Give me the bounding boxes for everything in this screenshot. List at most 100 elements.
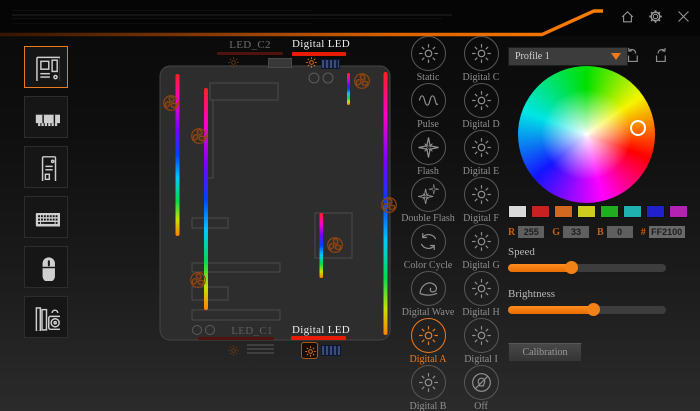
digital-led-bottom-sun-button[interactable] (301, 342, 318, 359)
sun-icon (464, 83, 499, 118)
sun-icon (464, 224, 499, 259)
sun-icon (304, 345, 315, 356)
import-profile-button[interactable] (623, 46, 643, 65)
sidebar-item-motherboard[interactable] (24, 46, 68, 88)
led-c1-connector-icon[interactable] (227, 344, 240, 357)
sun-icon (464, 271, 499, 306)
digital-led-top-strip-chip[interactable] (321, 59, 340, 69)
brightness-slider-fill (508, 306, 593, 314)
digital-led-bottom-strip-chip[interactable] (321, 345, 341, 356)
effect-digital-h[interactable]: Digital H (454, 271, 508, 318)
calibration-button[interactable]: Calibration (508, 343, 582, 362)
color-swatch-6[interactable] (646, 205, 665, 218)
speed-slider-knob[interactable] (565, 261, 578, 274)
dflash-icon (411, 177, 446, 212)
effect-digital-wave[interactable]: Digital Wave (402, 271, 454, 318)
sun-icon (464, 36, 499, 71)
sun-icon (411, 318, 446, 353)
sun-icon (464, 318, 499, 353)
sidebar-item-keyboard[interactable] (24, 196, 68, 238)
effects-grid: StaticDigital CPulseDigital DFlashDigita… (402, 36, 508, 411)
g-label: G (552, 227, 560, 238)
zone-label-led-c1[interactable]: LED_C1 (220, 325, 284, 337)
mouse-icon (33, 254, 60, 281)
brightness-label: Brightness (508, 288, 555, 300)
speed-slider[interactable] (508, 264, 666, 272)
sidebar-item-mouse[interactable] (24, 246, 68, 288)
cycle-icon (411, 224, 446, 259)
pulse-icon (411, 83, 446, 118)
g-value-field[interactable]: 33 (563, 226, 589, 238)
effect-digital-a[interactable]: Digital A (402, 318, 454, 365)
keyboard-icon (33, 204, 60, 231)
sidebar-item-memory[interactable] (24, 96, 68, 138)
digital-led-top-sun-icon[interactable] (305, 56, 318, 69)
effect-digital-d[interactable]: Digital D (454, 83, 508, 130)
r-label: R (508, 227, 515, 238)
ram-icon (33, 104, 60, 131)
effect-pulse[interactable]: Pulse (402, 83, 454, 130)
color-swatch-4[interactable] (600, 205, 619, 218)
sidebar-item-pc-case[interactable] (24, 146, 68, 188)
sun-icon (464, 130, 499, 165)
color-selector[interactable] (630, 120, 646, 136)
sun-icon (464, 177, 499, 212)
hex-label: # (641, 227, 646, 238)
hex-value-field[interactable]: FF2100 (649, 226, 685, 238)
effect-flash[interactable]: Flash (402, 130, 454, 177)
chevron-down-icon (611, 53, 621, 60)
off-icon (464, 365, 499, 400)
effect-digital-g[interactable]: Digital G (454, 224, 508, 271)
led-c2-header-chip[interactable] (268, 58, 292, 68)
board-outline (160, 66, 390, 340)
color-swatch-5[interactable] (623, 205, 642, 218)
motherboard-diagram (150, 38, 410, 368)
case-icon (33, 154, 60, 181)
led-c2-connector-icon[interactable] (227, 56, 240, 69)
effect-off[interactable]: Off (454, 365, 508, 411)
profile-value: Profile 1 (515, 51, 550, 62)
zone-underline-dim (217, 52, 283, 55)
b-value-field[interactable]: 0 (607, 226, 633, 238)
b-label: B (597, 227, 604, 238)
zone-underline-dim (198, 337, 274, 340)
settings-panel: Profile 1 R 255 G 33 B 0 # FF2100 Speed … (505, 0, 700, 411)
sun-icon (411, 36, 446, 71)
effect-digital-i[interactable]: Digital I (454, 318, 508, 365)
effect-digital-f[interactable]: Digital F (454, 177, 508, 224)
fan-card-icon (33, 304, 60, 331)
color-swatches (508, 205, 688, 218)
export-profile-button[interactable] (651, 46, 671, 65)
flash-icon (411, 130, 446, 165)
rgb-values-row: R 255 G 33 B 0 # FF2100 (508, 226, 693, 238)
zone-underline-selected (292, 52, 346, 56)
brightness-slider-knob[interactable] (587, 303, 600, 316)
zone-label-digital-led-bottom[interactable]: Digital LED (288, 324, 354, 336)
brightness-slider[interactable] (508, 306, 666, 314)
sidebar-item-accessories[interactable] (24, 296, 68, 338)
sun-icon (411, 365, 446, 400)
color-swatch-2[interactable] (554, 205, 573, 218)
motherboard-icon (33, 54, 60, 81)
zone-underline-selected (291, 336, 346, 340)
profile-dropdown[interactable]: Profile 1 (508, 47, 628, 66)
zone-label-digital-led-top[interactable]: Digital LED (288, 38, 354, 50)
rgb-fusion-window: LED_C2 Digital LED LED_C1 Digital LED St… (0, 0, 700, 411)
wave-icon (411, 271, 446, 306)
color-swatch-1[interactable] (531, 205, 550, 218)
device-sidebar (24, 46, 68, 338)
effect-digital-c[interactable]: Digital C (454, 36, 508, 83)
zone-label-led-c2[interactable]: LED_C2 (215, 39, 285, 51)
led-c1-header-chip[interactable] (247, 344, 274, 354)
effect-digital-b[interactable]: Digital B (402, 365, 454, 411)
color-swatch-7[interactable] (669, 205, 688, 218)
effect-static[interactable]: Static (402, 36, 454, 83)
speed-label: Speed (508, 246, 535, 258)
effect-double-flash[interactable]: Double Flash (402, 177, 454, 224)
speed-slider-fill (508, 264, 571, 272)
r-value-field[interactable]: 255 (518, 226, 544, 238)
color-swatch-0[interactable] (508, 205, 527, 218)
effect-color-cycle[interactable]: Color Cycle (402, 224, 454, 271)
color-swatch-3[interactable] (577, 205, 596, 218)
effect-digital-e[interactable]: Digital E (454, 130, 508, 177)
